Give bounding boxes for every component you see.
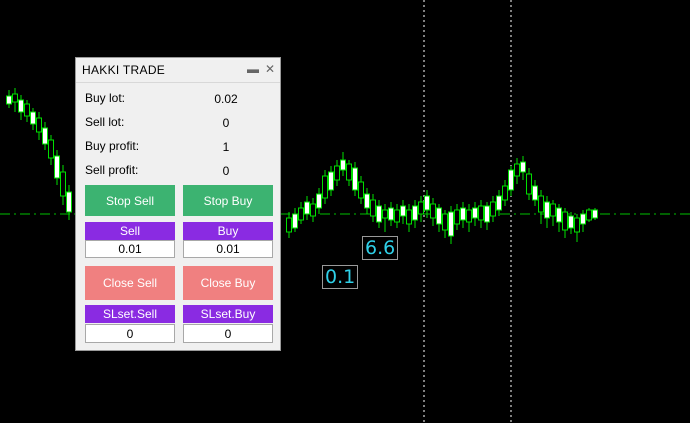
candle-body <box>424 195 430 211</box>
candle-body <box>538 195 544 213</box>
candle-body <box>496 195 502 211</box>
candle-body <box>526 173 532 195</box>
candle-body <box>376 205 382 223</box>
candle-body <box>394 209 400 223</box>
candle-body <box>586 209 592 221</box>
buy-profit-label: Buy profit: <box>85 139 140 153</box>
candle-body <box>298 207 304 221</box>
candle-body <box>514 163 520 177</box>
candle-body <box>42 127 48 145</box>
candle-body <box>286 217 292 233</box>
buy-button[interactable]: Buy <box>183 222 273 240</box>
candle-body <box>460 207 466 221</box>
candle-body <box>502 185 508 201</box>
candle-body <box>340 159 346 171</box>
candle-body <box>412 205 418 221</box>
candle-body <box>370 199 376 217</box>
candle-body <box>406 209 412 225</box>
candle-body <box>430 203 436 219</box>
candle-body <box>60 171 66 197</box>
candle-body <box>322 175 328 199</box>
candle-body <box>400 205 406 217</box>
candle-body <box>304 201 310 215</box>
candle-body <box>562 211 568 231</box>
candle-body <box>334 165 340 181</box>
candle-body <box>436 207 442 225</box>
candle-body <box>292 213 298 229</box>
sell-lot-input[interactable] <box>85 240 175 258</box>
candle-body <box>382 209 388 219</box>
buy-profit-value: 1 <box>222 140 230 154</box>
candle-body <box>472 207 478 219</box>
candle-body <box>346 163 352 181</box>
buy-lot-input[interactable] <box>183 240 273 258</box>
sell-button[interactable]: Sell <box>85 222 175 240</box>
candle-body <box>6 95 12 105</box>
close-buy-button[interactable]: Close Buy <box>183 266 273 300</box>
candle-body <box>328 171 334 191</box>
candle-body <box>478 205 484 221</box>
chart-label-lower: 0.1 <box>322 265 359 289</box>
slset-buy-input[interactable] <box>183 324 273 343</box>
candle-body <box>466 209 472 223</box>
candle-body <box>418 201 424 215</box>
candle-body <box>66 191 72 213</box>
candle-body <box>556 207 562 223</box>
candle-body <box>30 111 36 125</box>
sell-lot-value: 0 <box>222 116 230 130</box>
candle-body <box>18 99 24 113</box>
slset-sell-button[interactable]: SLset.Sell <box>85 305 175 323</box>
buy-lot-value: 0.02 <box>214 92 238 106</box>
candle-body <box>484 205 490 223</box>
candle-body <box>352 167 358 191</box>
candle-body <box>388 207 394 221</box>
close-sell-button[interactable]: Close Sell <box>85 266 175 300</box>
candle-body <box>48 139 54 159</box>
sell-profit-value: 0 <box>222 164 230 178</box>
candle-body <box>508 169 514 191</box>
candle-body <box>568 215 574 229</box>
panel-title: HAKKI TRADE <box>82 63 166 77</box>
candle-body <box>532 185 538 201</box>
candle-body <box>490 201 496 217</box>
panel-titlebar[interactable]: HAKKI TRADE ▬ ✕ <box>76 58 280 83</box>
candle-body <box>580 213 586 225</box>
candle-body <box>520 161 526 173</box>
sell-lot-label: Sell lot: <box>85 115 125 129</box>
stop-buy-button[interactable]: Stop Buy <box>183 185 273 216</box>
candle-body <box>316 193 322 209</box>
candle-body <box>592 209 598 219</box>
trade-panel: HAKKI TRADE ▬ ✕ Buy lot: 0.02 Sell lot: … <box>75 57 281 351</box>
candle-body <box>24 103 30 117</box>
candle-body <box>574 217 580 233</box>
stop-sell-button[interactable]: Stop Sell <box>85 185 175 216</box>
candle-body <box>454 209 460 225</box>
sell-profit-label: Sell profit: <box>85 163 139 177</box>
candle-body <box>12 93 18 103</box>
candle-body <box>544 201 550 219</box>
buy-lot-label: Buy lot: <box>85 91 126 105</box>
candle-body <box>358 181 364 199</box>
candle-body <box>54 155 60 179</box>
candle-body <box>36 117 42 133</box>
candle-body <box>442 213 448 231</box>
candle-body <box>448 211 454 237</box>
slset-buy-button[interactable]: SLset.Buy <box>183 305 273 323</box>
candle-body <box>364 193 370 209</box>
candle-body <box>550 203 556 217</box>
chart-label-upper: 6.6 <box>362 236 399 260</box>
close-icon[interactable]: ✕ <box>263 62 277 76</box>
candle-body <box>310 203 316 217</box>
minimize-icon[interactable]: ▬ <box>246 62 260 76</box>
slset-sell-input[interactable] <box>85 324 175 343</box>
